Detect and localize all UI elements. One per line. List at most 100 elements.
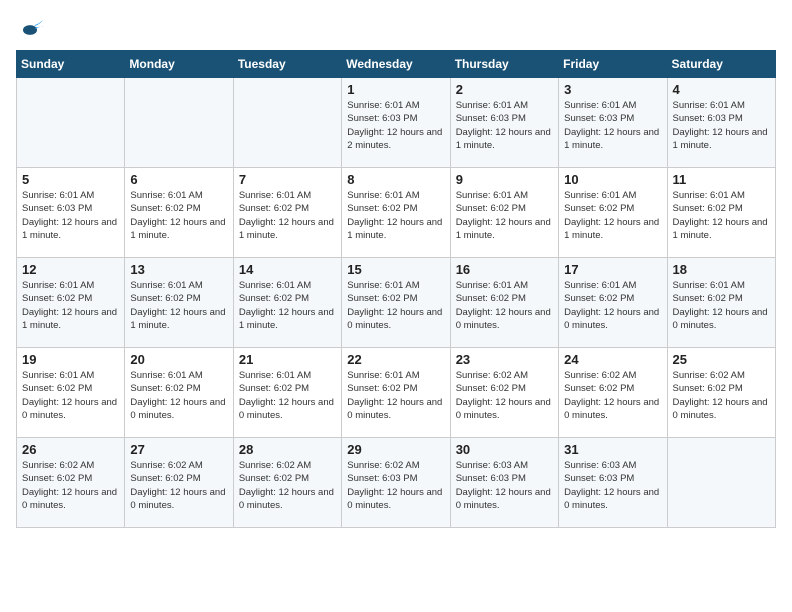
cell-info: Sunrise: 6:01 AMSunset: 6:02 PMDaylight:… [347, 189, 444, 242]
cell-info: Sunrise: 6:01 AMSunset: 6:02 PMDaylight:… [239, 189, 336, 242]
calendar-cell: 7 Sunrise: 6:01 AMSunset: 6:02 PMDaylight… [233, 168, 341, 258]
calendar-cell: 28 Sunrise: 6:02 AMSunset: 6:02 PMDayligh… [233, 438, 341, 528]
cell-info: Sunrise: 6:01 AMSunset: 6:02 PMDaylight:… [673, 189, 770, 242]
calendar-cell: 17 Sunrise: 6:01 AMSunset: 6:02 PMDayligh… [559, 258, 667, 348]
calendar-cell: 16 Sunrise: 6:01 AMSunset: 6:02 PMDayligh… [450, 258, 558, 348]
calendar-cell: 20 Sunrise: 6:01 AMSunset: 6:02 PMDayligh… [125, 348, 233, 438]
day-number: 22 [347, 352, 444, 367]
day-number: 23 [456, 352, 553, 367]
day-number: 16 [456, 262, 553, 277]
cell-info: Sunrise: 6:01 AMSunset: 6:02 PMDaylight:… [347, 369, 444, 422]
cell-info: Sunrise: 6:01 AMSunset: 6:03 PMDaylight:… [347, 99, 444, 152]
weekday-header-wednesday: Wednesday [342, 51, 450, 78]
day-number: 30 [456, 442, 553, 457]
cell-info: Sunrise: 6:02 AMSunset: 6:02 PMDaylight:… [130, 459, 227, 512]
weekday-header-saturday: Saturday [667, 51, 775, 78]
cell-info: Sunrise: 6:02 AMSunset: 6:02 PMDaylight:… [673, 369, 770, 422]
calendar-cell: 18 Sunrise: 6:01 AMSunset: 6:02 PMDayligh… [667, 258, 775, 348]
day-number: 26 [22, 442, 119, 457]
calendar-cell: 15Sunrise: 6:01 AMSunset: 6:02 PMDayligh… [342, 258, 450, 348]
day-number: 1 [347, 82, 444, 97]
day-number: 6 [130, 172, 227, 187]
cell-info: Sunrise: 6:01 AMSunset: 6:02 PMDaylight:… [22, 369, 119, 422]
calendar-cell [667, 438, 775, 528]
cell-info: Sunrise: 6:03 AMSunset: 6:03 PMDaylight:… [564, 459, 661, 512]
cell-info: Sunrise: 6:02 AMSunset: 6:02 PMDaylight:… [456, 369, 553, 422]
day-number: 19 [22, 352, 119, 367]
calendar-cell [233, 78, 341, 168]
calendar-cell: 22 Sunrise: 6:01 AMSunset: 6:02 PMDayligh… [342, 348, 450, 438]
logo-icon [16, 16, 44, 44]
cell-info: Sunrise: 6:01 AMSunset: 6:02 PMDaylight:… [673, 279, 770, 332]
day-number: 8 [347, 172, 444, 187]
day-number: 27 [130, 442, 227, 457]
calendar-cell [17, 78, 125, 168]
cell-info: Sunrise: 6:01 AMSunset: 6:02 PMDaylight:… [347, 279, 444, 332]
calendar-cell: 5Sunrise: 6:01 AMSunset: 6:03 PMDaylight… [17, 168, 125, 258]
cell-info: Sunrise: 6:02 AMSunset: 6:02 PMDaylight:… [564, 369, 661, 422]
logo [16, 16, 46, 44]
day-number: 2 [456, 82, 553, 97]
calendar-cell: 14 Sunrise: 6:01 AMSunset: 6:02 PMDayligh… [233, 258, 341, 348]
cell-info: Sunrise: 6:01 AMSunset: 6:03 PMDaylight:… [22, 189, 119, 242]
calendar-cell: 3 Sunrise: 6:01 AMSunset: 6:03 PMDaylight… [559, 78, 667, 168]
cell-info: Sunrise: 6:01 AMSunset: 6:02 PMDaylight:… [239, 279, 336, 332]
day-number: 21 [239, 352, 336, 367]
calendar-cell: 26 Sunrise: 6:02 AMSunset: 6:02 PMDayligh… [17, 438, 125, 528]
day-number: 3 [564, 82, 661, 97]
calendar-cell: 13 Sunrise: 6:01 AMSunset: 6:02 PMDayligh… [125, 258, 233, 348]
weekday-header-friday: Friday [559, 51, 667, 78]
calendar-cell: 8 Sunrise: 6:01 AMSunset: 6:02 PMDaylight… [342, 168, 450, 258]
page-header [16, 16, 776, 44]
day-number: 29 [347, 442, 444, 457]
calendar-cell: 12 Sunrise: 6:01 AMSunset: 6:02 PMDayligh… [17, 258, 125, 348]
cell-info: Sunrise: 6:01 AMSunset: 6:02 PMDaylight:… [239, 369, 336, 422]
calendar-cell: 6 Sunrise: 6:01 AMSunset: 6:02 PMDaylight… [125, 168, 233, 258]
cell-info: Sunrise: 6:02 AMSunset: 6:02 PMDaylight:… [239, 459, 336, 512]
calendar-cell: 1 Sunrise: 6:01 AMSunset: 6:03 PMDaylight… [342, 78, 450, 168]
calendar-cell: 27 Sunrise: 6:02 AMSunset: 6:02 PMDayligh… [125, 438, 233, 528]
cell-info: Sunrise: 6:01 AMSunset: 6:02 PMDaylight:… [456, 189, 553, 242]
cell-info: Sunrise: 6:01 AMSunset: 6:02 PMDaylight:… [564, 189, 661, 242]
day-number: 4 [673, 82, 770, 97]
calendar-cell: 2 Sunrise: 6:01 AMSunset: 6:03 PMDaylight… [450, 78, 558, 168]
calendar-cell: 21 Sunrise: 6:01 AMSunset: 6:02 PMDayligh… [233, 348, 341, 438]
calendar-cell: 11 Sunrise: 6:01 AMSunset: 6:02 PMDayligh… [667, 168, 775, 258]
calendar-cell: 25 Sunrise: 6:02 AMSunset: 6:02 PMDayligh… [667, 348, 775, 438]
calendar-cell: 9 Sunrise: 6:01 AMSunset: 6:02 PMDaylight… [450, 168, 558, 258]
calendar-cell: 23 Sunrise: 6:02 AMSunset: 6:02 PMDayligh… [450, 348, 558, 438]
day-number: 17 [564, 262, 661, 277]
day-number: 9 [456, 172, 553, 187]
cell-info: Sunrise: 6:01 AMSunset: 6:02 PMDaylight:… [130, 369, 227, 422]
cell-info: Sunrise: 6:01 AMSunset: 6:02 PMDaylight:… [564, 279, 661, 332]
day-number: 20 [130, 352, 227, 367]
day-number: 14 [239, 262, 336, 277]
day-number: 7 [239, 172, 336, 187]
calendar-cell [125, 78, 233, 168]
calendar-cell: 30 Sunrise: 6:03 AMSunset: 6:03 PMDayligh… [450, 438, 558, 528]
cell-info: Sunrise: 6:01 AMSunset: 6:02 PMDaylight:… [130, 279, 227, 332]
day-number: 28 [239, 442, 336, 457]
weekday-header-sunday: Sunday [17, 51, 125, 78]
cell-info: Sunrise: 6:01 AMSunset: 6:02 PMDaylight:… [22, 279, 119, 332]
day-number: 13 [130, 262, 227, 277]
cell-info: Sunrise: 6:01 AMSunset: 6:02 PMDaylight:… [456, 279, 553, 332]
calendar-cell: 29 Sunrise: 6:02 AMSunset: 6:03 PMDayligh… [342, 438, 450, 528]
cell-info: Sunrise: 6:01 AMSunset: 6:02 PMDaylight:… [130, 189, 227, 242]
day-number: 10 [564, 172, 661, 187]
weekday-header-thursday: Thursday [450, 51, 558, 78]
cell-info: Sunrise: 6:02 AMSunset: 6:02 PMDaylight:… [22, 459, 119, 512]
calendar-cell: 4Sunrise: 6:01 AMSunset: 6:03 PMDaylight… [667, 78, 775, 168]
day-number: 24 [564, 352, 661, 367]
cell-info: Sunrise: 6:01 AMSunset: 6:03 PMDaylight:… [456, 99, 553, 152]
weekday-header-tuesday: Tuesday [233, 51, 341, 78]
calendar-cell: 24 Sunrise: 6:02 AMSunset: 6:02 PMDayligh… [559, 348, 667, 438]
day-number: 18 [673, 262, 770, 277]
cell-info: Sunrise: 6:03 AMSunset: 6:03 PMDaylight:… [456, 459, 553, 512]
day-number: 12 [22, 262, 119, 277]
cell-info: Sunrise: 6:02 AMSunset: 6:03 PMDaylight:… [347, 459, 444, 512]
calendar-table: SundayMondayTuesdayWednesdayThursdayFrid… [16, 50, 776, 528]
cell-info: Sunrise: 6:01 AMSunset: 6:03 PMDaylight:… [564, 99, 661, 152]
day-number: 25 [673, 352, 770, 367]
day-number: 11 [673, 172, 770, 187]
